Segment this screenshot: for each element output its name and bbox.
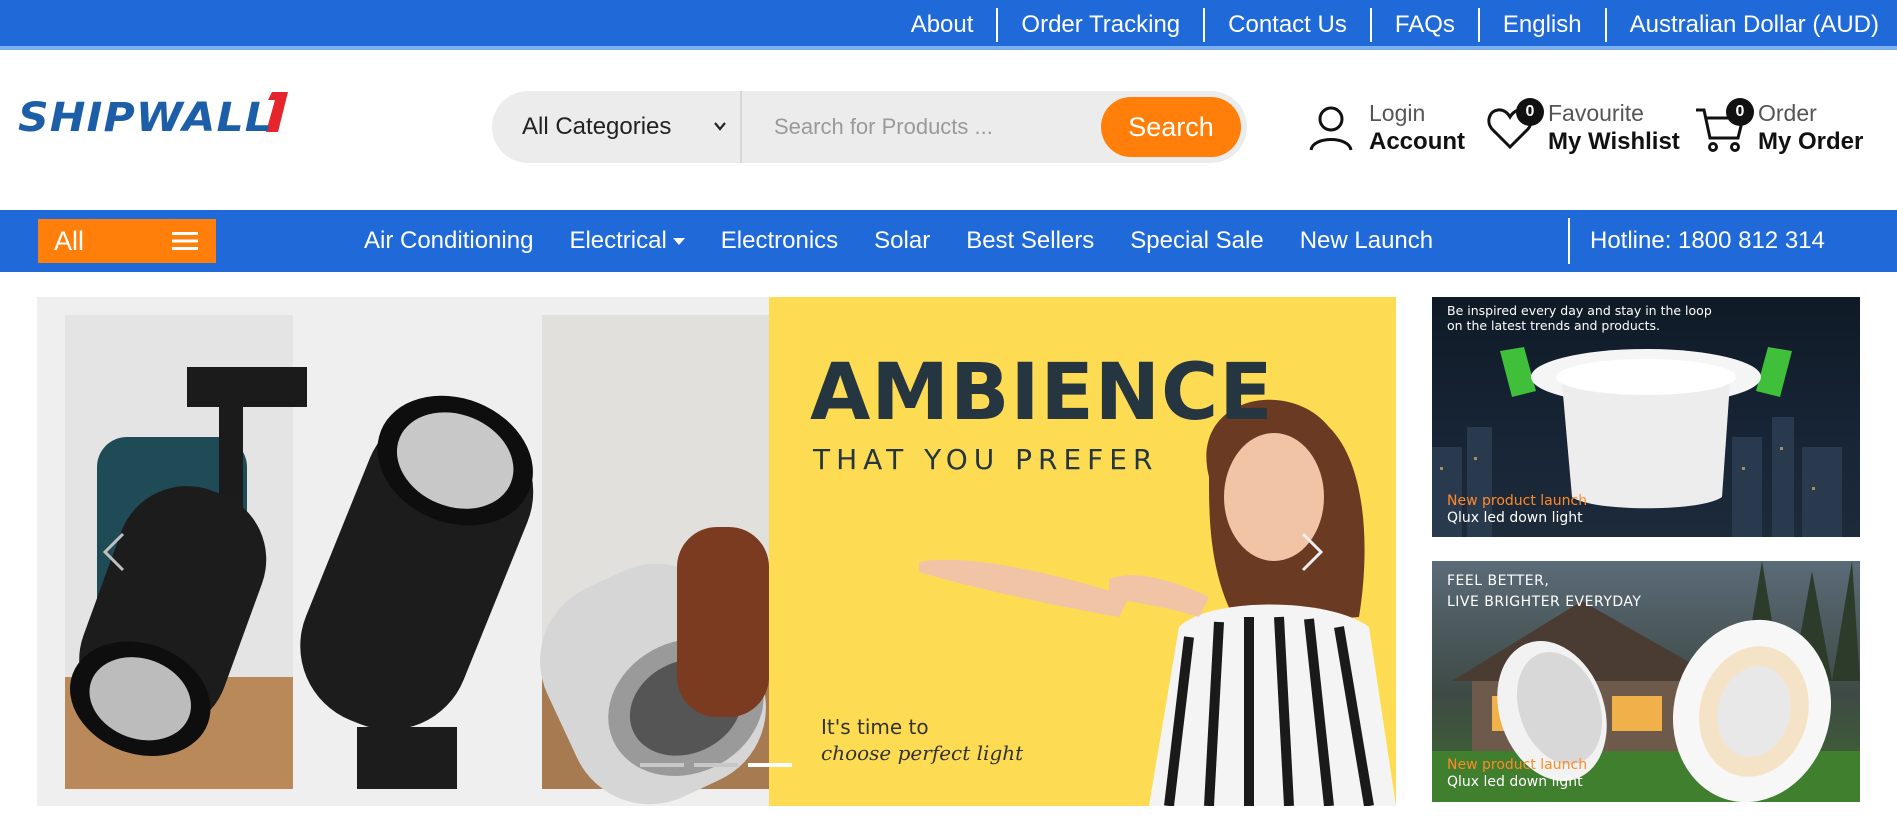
promo-card-downlight-2[interactable]: FEEL BETTER, LIVE BRIGHTER EVERYDAY New … [1432, 561, 1860, 802]
carousel-prev-arrow-icon[interactable] [95, 530, 135, 574]
nav-item-electrical-label: Electrical [569, 227, 667, 254]
promo-card-downlight-1[interactable]: Be inspired every day and stay in the lo… [1432, 297, 1860, 537]
order-count-badge: 0 [1726, 98, 1754, 126]
hero-subtitle: THAT YOU PREFER [813, 443, 1159, 476]
search-button[interactable]: Search [1101, 97, 1241, 157]
carousel-dot[interactable] [694, 763, 738, 767]
nav-item-electrical[interactable]: Electrical [551, 227, 702, 255]
promo2-tag: New product launch [1447, 757, 1588, 773]
promo1-product: Qlux led down light [1447, 510, 1583, 526]
hamburger-menu-icon [172, 232, 198, 250]
hero-title: AMBIENCE [810, 348, 1274, 438]
nav-item-electronics[interactable]: Electronics [703, 227, 856, 255]
promo2-product: Qlux led down light [1447, 774, 1583, 790]
promo1-tag: New product launch [1447, 493, 1588, 509]
heart-icon: 0 [1484, 98, 1544, 154]
hero-product-image [37, 297, 769, 806]
faqs-link[interactable]: FAQs [1369, 8, 1478, 42]
wishlist-count-badge: 0 [1516, 98, 1544, 126]
top-utility-bar: About Order Tracking Contact Us FAQs Eng… [0, 0, 1897, 50]
category-select-value: All Categories [522, 113, 672, 140]
order-link[interactable]: 0 Order My Order [1694, 96, 1863, 160]
category-select[interactable]: All Categories [492, 91, 742, 163]
promo2-headline-line2: LIVE BRIGHTER EVERYDAY [1447, 594, 1642, 610]
order-big-label: My Order [1758, 128, 1864, 155]
currency-selector[interactable]: Australian Dollar (AUD) [1604, 8, 1879, 42]
nav-item-new-launch[interactable]: New Launch [1282, 227, 1451, 255]
account-big-label: Account [1369, 128, 1465, 155]
chevron-down-icon [714, 122, 726, 131]
all-categories-label: All [54, 225, 85, 256]
search-bar: All Categories Search [492, 91, 1247, 163]
nav-item-best-sellers[interactable]: Best Sellers [948, 227, 1112, 255]
hotline-number[interactable]: Hotline: 1800 812 314 [1568, 218, 1825, 264]
account-link[interactable]: Login Account [1305, 96, 1465, 160]
main-nav: All Air Conditioning Electrical Electron… [0, 210, 1897, 272]
user-icon [1305, 102, 1357, 154]
contact-us-link[interactable]: Contact Us [1203, 8, 1370, 42]
hero-note-line2: choose perfect light [821, 741, 1024, 765]
wishlist-big-label: My Wishlist [1548, 128, 1680, 155]
carousel-dot[interactable] [640, 763, 684, 767]
search-input[interactable] [744, 91, 1084, 163]
promo1-headline: Be inspired every day and stay in the lo… [1447, 303, 1712, 333]
cart-icon: 0 [1694, 98, 1754, 154]
nav-menu: Air Conditioning Electrical Electronics … [346, 210, 1451, 272]
shipwall-logo-icon: SHIPWALL [18, 92, 288, 141]
wishlist-link[interactable]: 0 Favourite My Wishlist [1484, 96, 1680, 160]
carousel-pagination [640, 763, 792, 767]
language-selector[interactable]: English [1477, 8, 1605, 42]
wishlist-small-label: Favourite [1548, 100, 1644, 126]
nav-item-air-conditioning[interactable]: Air Conditioning [346, 227, 551, 255]
site-logo[interactable]: SHIPWALL [16, 88, 306, 141]
carousel-dot-active[interactable] [748, 763, 792, 767]
svg-text:SHIPWALL: SHIPWALL [18, 95, 273, 138]
carousel-next-arrow-icon[interactable] [1291, 530, 1331, 574]
about-link[interactable]: About [888, 8, 997, 42]
nav-item-special-sale[interactable]: Special Sale [1112, 227, 1281, 255]
caret-down-icon [672, 237, 685, 245]
order-small-label: Order [1758, 100, 1817, 126]
utility-links: About Order Tracking Contact Us FAQs Eng… [888, 0, 1879, 50]
promo2-headline-line1: FEEL BETTER, [1447, 573, 1550, 589]
nav-item-solar[interactable]: Solar [856, 227, 948, 255]
hero-note-line1: It's time to [821, 715, 929, 739]
account-small-label: Login [1369, 100, 1426, 126]
all-categories-button[interactable]: All [38, 219, 216, 263]
hero-carousel[interactable]: AMBIENCE THAT YOU PREFER It's time to ch… [37, 297, 1396, 806]
order-tracking-link[interactable]: Order Tracking [996, 8, 1203, 42]
